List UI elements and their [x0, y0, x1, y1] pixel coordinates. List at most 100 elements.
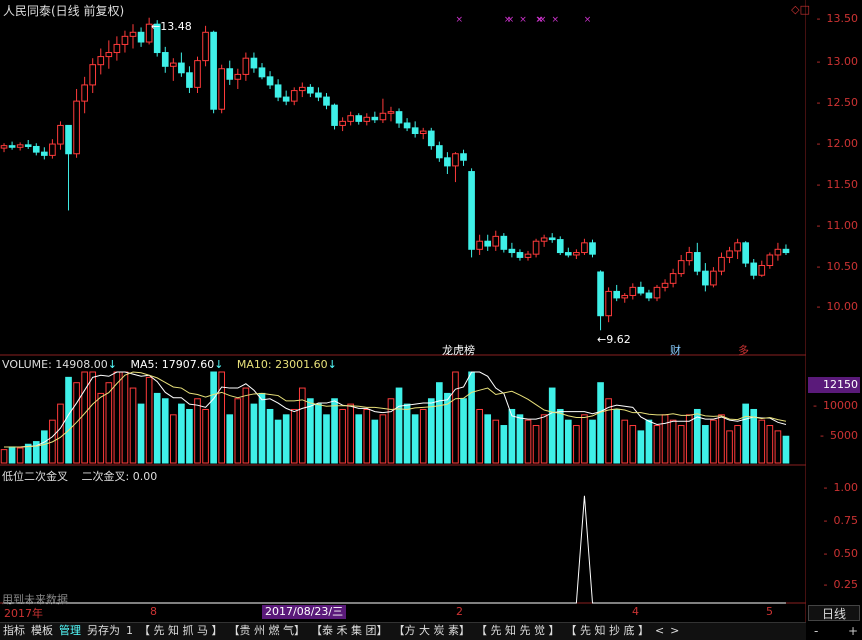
- candle-body: [750, 262, 758, 276]
- date-tick: 2017年: [4, 607, 43, 620]
- candle-body: [419, 130, 427, 135]
- volume-bar: [194, 398, 201, 464]
- volume-bar: [16, 447, 24, 464]
- zoom-in-button[interactable]: +: [848, 624, 858, 638]
- ma10-volume-line: [4, 371, 787, 448]
- zoom-out-button[interactable]: -: [814, 624, 818, 638]
- volume-bar: [274, 419, 282, 464]
- volume-bar: [500, 425, 508, 464]
- volume-bar: [556, 408, 564, 464]
- indicator-axis: 1.00 0.75 0.50 0.25: [806, 465, 862, 605]
- tab-xianzhi-xianjue[interactable]: 【 先 知 先 觉 】: [473, 623, 562, 639]
- candle-body: [734, 242, 741, 252]
- volume-bar: [57, 403, 64, 464]
- candle-body: [57, 124, 64, 145]
- volume-bar: [186, 408, 193, 464]
- volume-bar: [484, 414, 492, 464]
- volume-bar: [307, 398, 314, 464]
- event-label-longhubang[interactable]: 龙虎榜: [442, 342, 475, 358]
- candle-body: [589, 242, 596, 255]
- candle-body: [137, 31, 145, 43]
- candle-body: [218, 68, 226, 110]
- ma5-value: MA5: 17907.60: [130, 358, 215, 371]
- tab-xianzhi-zhuama[interactable]: 【 先 知 抓 马 】: [136, 623, 225, 639]
- signal-marker: ×: [551, 15, 559, 25]
- tab-1[interactable]: 1: [123, 623, 136, 639]
- tab-fangda-tansu[interactable]: 【方 大 炭 素】: [390, 623, 473, 639]
- volume-bar: [89, 371, 97, 464]
- indicator-tick: 0.50: [824, 547, 858, 560]
- volume-bar: [492, 419, 500, 464]
- tab-save-as[interactable]: 另存为: [84, 623, 123, 639]
- candle-body: [452, 153, 459, 167]
- candle-body: [178, 62, 185, 74]
- candle-body: [573, 252, 580, 256]
- volume-bar: [242, 387, 250, 464]
- volume-bar: [323, 414, 330, 464]
- tab-guizhou-ranqi[interactable]: 【贵 州 燃 气】: [225, 623, 308, 639]
- signal-marker: ×: [507, 15, 515, 25]
- volume-bar: [637, 430, 645, 464]
- candle-body: [250, 57, 258, 69]
- volume-bar: [161, 398, 169, 464]
- volume-bar: [581, 414, 588, 464]
- tab-taihe-jituan[interactable]: 【泰 禾 集 团】: [308, 623, 391, 639]
- candle-body: [97, 56, 105, 66]
- price-tick: 13.00: [817, 55, 858, 68]
- price-tick: 12.50: [817, 96, 858, 109]
- candle-body: [298, 86, 306, 92]
- template-tab-bar: 指标 模板 管理 另存为 1 【 先 知 抓 马 】【贵 州 燃 气】 【泰 禾 集 团】【…: [0, 622, 806, 640]
- volume-bar: [145, 376, 153, 464]
- volume-bar: [379, 414, 387, 464]
- volume-bar: [508, 408, 516, 464]
- tab-scroll-left-button[interactable]: <: [652, 623, 667, 639]
- kline-chart-canvas[interactable]: × × ×× ×× × × ×: [0, 0, 806, 622]
- volume-bar: [226, 414, 234, 464]
- candle-body: [129, 31, 137, 37]
- candle-body: [661, 282, 669, 288]
- signal-marker: ×: [455, 15, 463, 25]
- candle-body: [581, 242, 588, 254]
- indicator-tick: 0.75: [824, 514, 858, 527]
- candle-body: [81, 84, 88, 102]
- tab-xianzhi-chaodi[interactable]: 【 先 知 抄 底 】: [562, 623, 651, 639]
- date-tick: 2: [456, 605, 463, 618]
- event-label-multi[interactable]: 多: [738, 342, 749, 358]
- candle-body: [89, 64, 97, 86]
- volume-bar: [403, 403, 411, 464]
- volume-axis: 10000 5000: [806, 355, 862, 465]
- candle-body: [73, 100, 80, 155]
- period-selector[interactable]: 日线: [808, 605, 860, 621]
- volume-bar: [41, 430, 48, 464]
- volume-bar: [234, 398, 242, 464]
- tab-manage[interactable]: 管理: [56, 623, 84, 639]
- high-price-label: ←13.48: [151, 20, 192, 33]
- volume-bar: [629, 425, 637, 464]
- zoom-controls[interactable]: - +: [814, 624, 858, 638]
- volume-bar: [153, 392, 161, 464]
- volume-bar: [81, 371, 88, 464]
- candle-body: [290, 90, 298, 102]
- ma10-value: MA10: 23001.60: [236, 358, 328, 371]
- volume-bar: [758, 419, 766, 464]
- candle-body: [371, 116, 379, 121]
- candle-body: [169, 62, 177, 67]
- tab-indicator[interactable]: 指标: [0, 623, 28, 639]
- candle-body: [282, 96, 290, 102]
- candle-body: [702, 270, 709, 286]
- volume-bar: [718, 414, 725, 464]
- candle-body: [693, 252, 701, 272]
- volume-bar: [766, 425, 774, 464]
- volume-bar: [782, 435, 790, 464]
- candle-body: [121, 35, 129, 45]
- event-label-finance[interactable]: 财: [670, 342, 681, 358]
- tab-scroll-right-button[interactable]: >: [667, 623, 682, 639]
- tab-template[interactable]: 模板: [28, 623, 56, 639]
- signal-indicator-row: 低位二次金叉 二次金叉: 0.00: [2, 468, 167, 484]
- candle-body: [629, 286, 637, 296]
- candle-body: [742, 242, 749, 264]
- price-tick: 12.00: [817, 137, 858, 150]
- stock-title: 人民同泰(日线 前复权): [3, 4, 125, 18]
- candle-body: [395, 111, 403, 124]
- candle-body: [508, 248, 516, 254]
